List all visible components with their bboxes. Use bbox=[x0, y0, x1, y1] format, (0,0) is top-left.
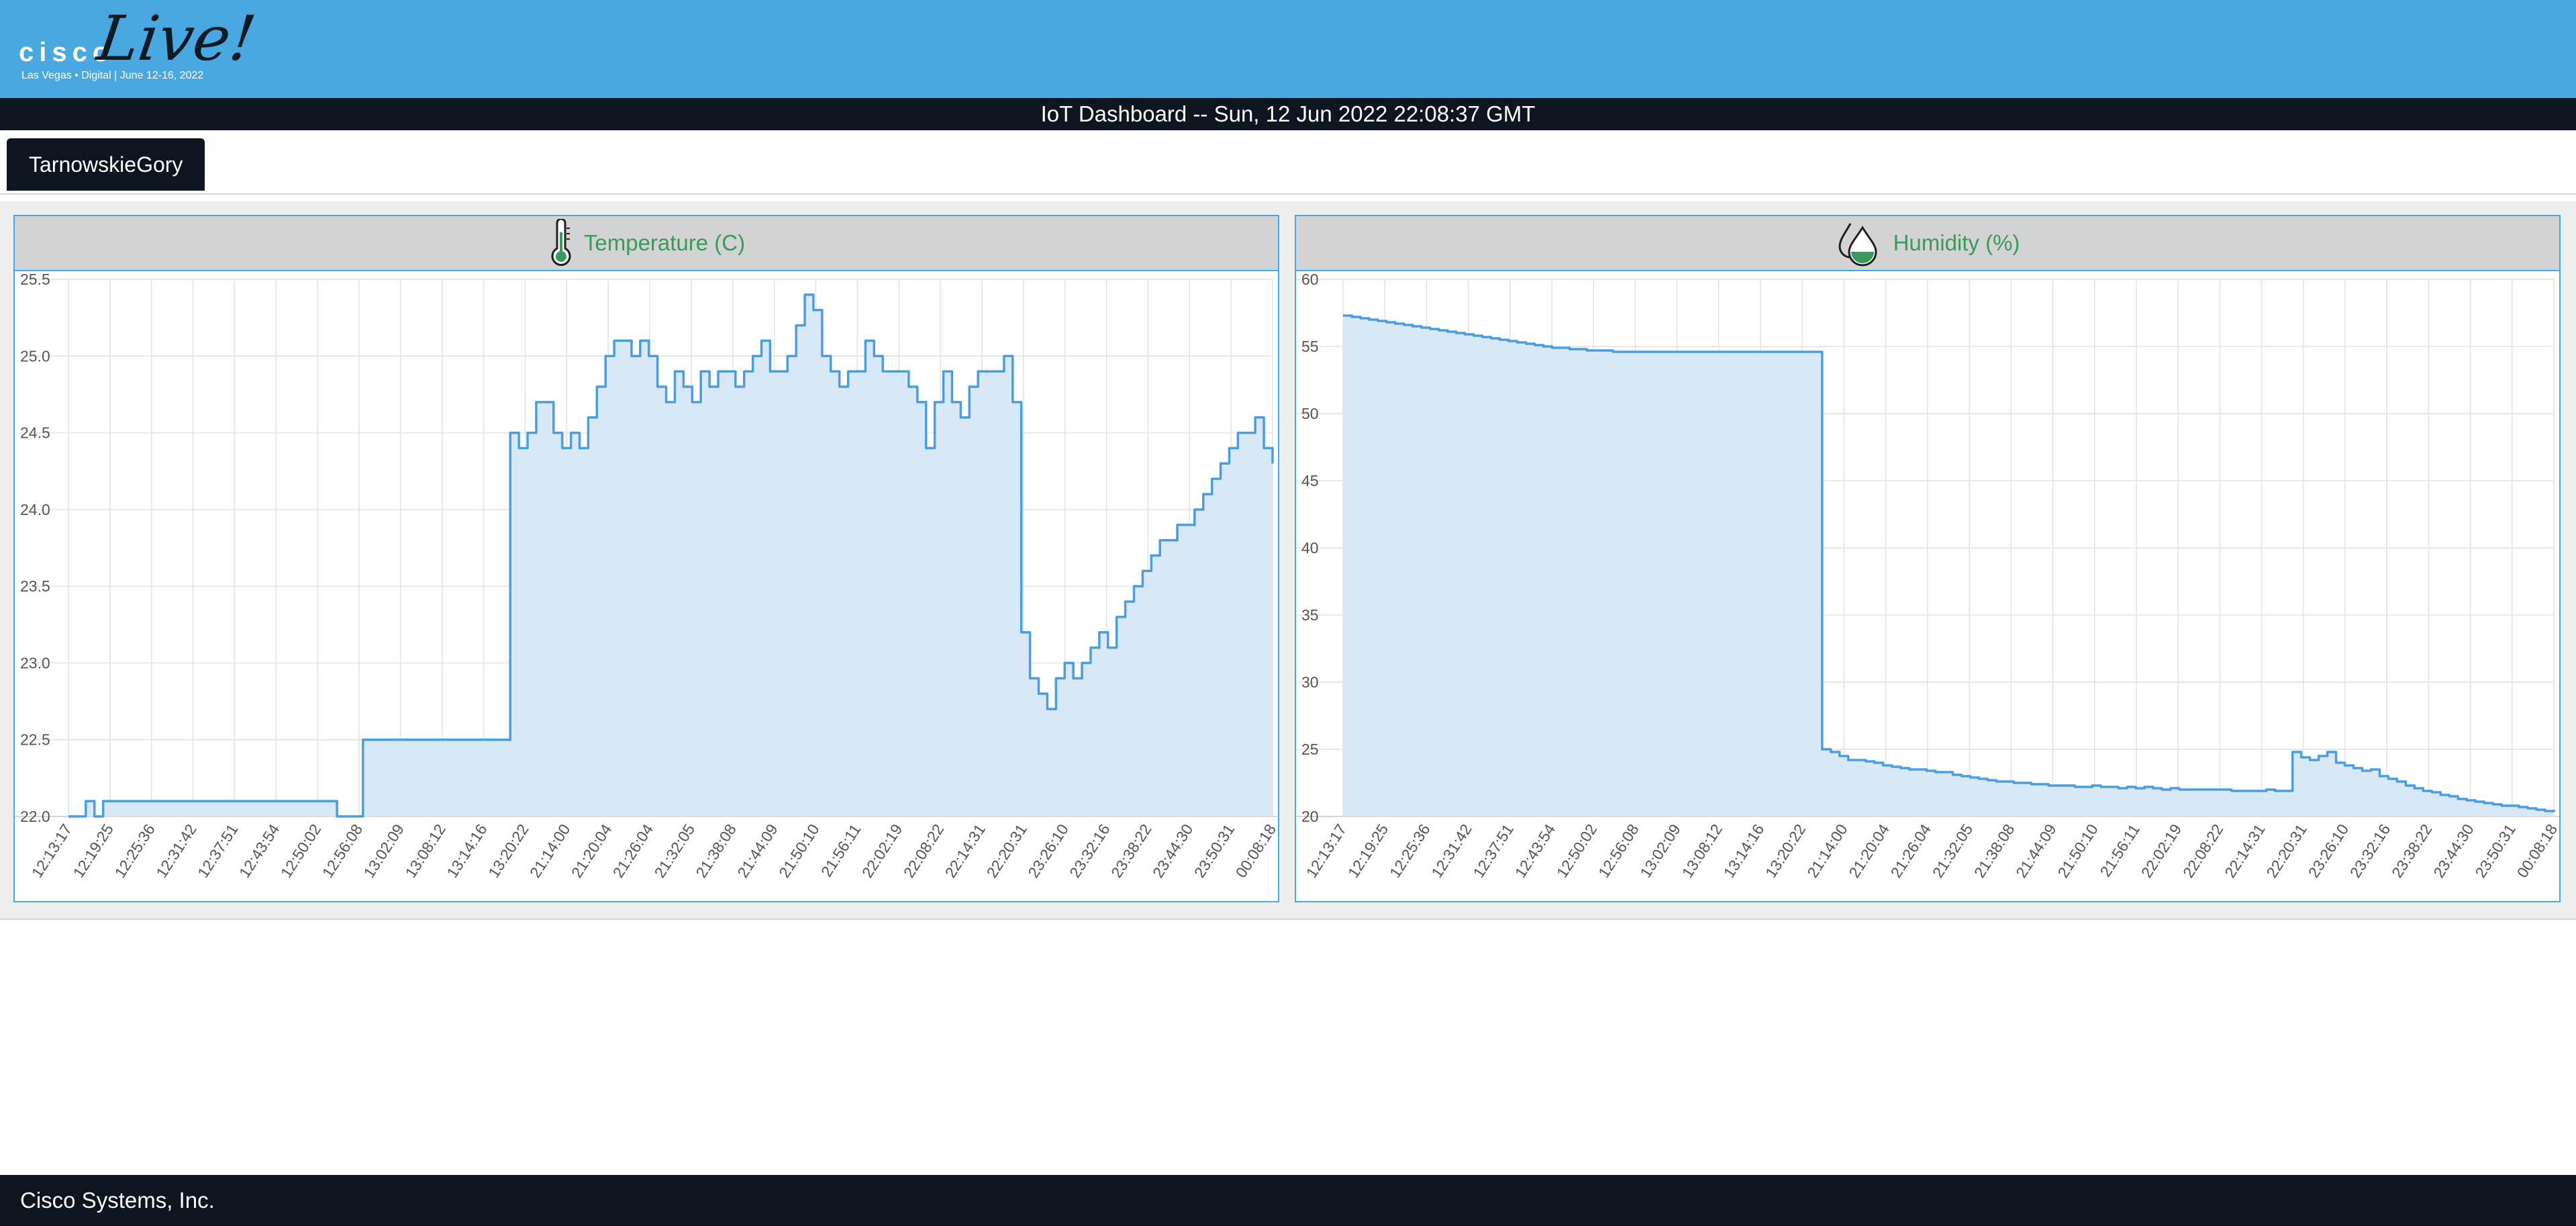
y-tick-label: 25.0 bbox=[20, 347, 50, 365]
x-tick-label: 21:20:04 bbox=[1845, 820, 1893, 880]
x-tick-label: 22:02:19 bbox=[858, 821, 906, 881]
x-tick-label: 23:26:10 bbox=[2305, 821, 2352, 881]
footer-bar: Cisco Systems, Inc. bbox=[0, 1175, 2576, 1226]
humidity-chart: 60 55 50 45 40 35 30 25 2012:13:1712:19:2512:25:… bbox=[1296, 271, 2559, 881]
humidity-chart-title: Humidity (%) bbox=[1893, 230, 2020, 255]
x-tick-label: 22:14:31 bbox=[942, 821, 989, 881]
x-tick-label: 21:44:09 bbox=[734, 821, 781, 881]
y-tick-label: 60 bbox=[1301, 271, 1319, 288]
y-tick-label: 22.0 bbox=[20, 808, 50, 825]
x-tick-label: 13:14:16 bbox=[1720, 821, 1768, 881]
x-tick-label: 23:50:31 bbox=[1191, 821, 1238, 881]
y-tick-label: 20 bbox=[1301, 808, 1319, 825]
x-tick-label: 21:14:00 bbox=[526, 821, 574, 881]
x-tick-label: 13:08:12 bbox=[1678, 821, 1726, 881]
x-tick-label: 22:08:22 bbox=[2179, 821, 2227, 881]
x-tick-label: 23:44:30 bbox=[1149, 821, 1197, 881]
x-tick-label: 22:02:19 bbox=[2138, 821, 2185, 881]
x-tick-label: 21:50:10 bbox=[775, 821, 823, 881]
x-tick-label: 12:19:25 bbox=[69, 821, 117, 881]
y-tick-label: 24.5 bbox=[20, 424, 50, 442]
x-tick-label: 13:14:16 bbox=[443, 821, 491, 881]
y-tick-label: 24.0 bbox=[20, 501, 50, 518]
x-tick-label: 23:38:22 bbox=[2388, 821, 2436, 881]
x-tick-label: 22:20:31 bbox=[983, 821, 1030, 881]
x-tick-label: 21:56:11 bbox=[818, 821, 864, 880]
x-tick-label: 12:31:42 bbox=[152, 821, 200, 881]
x-tick-label: 12:13:17 bbox=[28, 821, 76, 881]
x-tick-label: 23:32:16 bbox=[2346, 821, 2394, 881]
x-tick-label: 23:26:10 bbox=[1024, 821, 1072, 881]
x-tick-label: 22:14:31 bbox=[2221, 821, 2269, 881]
y-tick-label: 30 bbox=[1301, 673, 1319, 691]
y-tick-label: 22.5 bbox=[20, 731, 50, 749]
y-tick-label: 40 bbox=[1301, 539, 1319, 557]
y-tick-label: 55 bbox=[1301, 338, 1319, 355]
x-tick-label: 12:25:36 bbox=[1386, 821, 1434, 881]
x-tick-label: 21:14:00 bbox=[1803, 821, 1851, 881]
x-tick-label: 13:02:09 bbox=[360, 821, 408, 881]
series-area bbox=[1343, 316, 2554, 816]
temperature-chart: 25.5 25.0 24.5 24.0 23.5 23.0 22.5 22.012:13:17… bbox=[15, 271, 1278, 881]
humidity-drops-icon bbox=[1838, 223, 1877, 267]
thermometer-icon bbox=[551, 219, 571, 267]
x-tick-label: 22:08:22 bbox=[900, 821, 948, 881]
x-tick-label: 12:37:51 bbox=[1469, 821, 1517, 881]
x-tick-label: 13:20:22 bbox=[1762, 821, 1810, 881]
x-tick-label: 23:32:16 bbox=[1066, 821, 1113, 881]
y-tick-label: 23.0 bbox=[20, 654, 50, 671]
x-tick-label: 12:19:25 bbox=[1344, 821, 1392, 881]
x-tick-label: 12:25:36 bbox=[111, 821, 158, 881]
x-tick-label: 13:08:12 bbox=[401, 821, 449, 881]
header-bar: cisco Live! Las Vegas • Digital | June 1… bbox=[0, 0, 2576, 98]
y-tick-label: 25.5 bbox=[20, 271, 50, 288]
x-tick-label: 12:56:08 bbox=[1595, 821, 1642, 881]
humidity-panel: Humidity (%) 60 55 50 45 40 35 30 25 20 12:13:17 1… bbox=[1295, 215, 2561, 902]
logo-event: Live! bbox=[93, 3, 260, 75]
x-tick-label: 21:20:04 bbox=[568, 820, 615, 880]
temperature-panel-header: Temperature (C) bbox=[15, 216, 1278, 271]
x-tick-label: 21:32:05 bbox=[1929, 821, 1977, 881]
logo-subtitle: Las Vegas • Digital | June 12-16, 2022 bbox=[21, 70, 204, 81]
temperature-chart-title: Temperature (C) bbox=[583, 230, 746, 255]
x-tick-label: 21:32:05 bbox=[651, 821, 699, 881]
x-tick-label: 23:38:22 bbox=[1107, 821, 1155, 881]
dashboard-title: IoT Dashboard -- Sun, 12 Jun 2022 22:08:… bbox=[0, 98, 2576, 130]
site-tabs: TarnowskieGory bbox=[0, 130, 2576, 195]
x-tick-label: 13:20:22 bbox=[485, 821, 532, 881]
y-tick-label: 35 bbox=[1301, 606, 1319, 624]
x-tick-label: 12:43:54 bbox=[1512, 820, 1559, 880]
x-tick-label: 21:50:10 bbox=[2054, 821, 2101, 881]
x-tick-label: 21:26:04 bbox=[1887, 820, 1935, 880]
x-tick-label: 21:26:04 bbox=[609, 820, 657, 880]
x-tick-label: 12:50:02 bbox=[1553, 821, 1601, 881]
footer-company: Cisco Systems, Inc. bbox=[20, 1188, 215, 1213]
x-tick-label: 12:13:17 bbox=[1303, 821, 1350, 881]
x-tick-label: 23:50:31 bbox=[2471, 821, 2519, 881]
x-tick-label: 13:02:09 bbox=[1636, 821, 1684, 881]
cisco-live-logo: cisco Live! Las Vegas • Digital | June 1… bbox=[19, 3, 260, 86]
x-tick-label: 12:50:02 bbox=[277, 821, 325, 881]
x-tick-label: 12:37:51 bbox=[194, 821, 242, 881]
x-tick-label: 00:08:18 bbox=[1232, 821, 1278, 881]
y-tick-label: 25 bbox=[1301, 741, 1319, 758]
tab-tarnowskiegory[interactable]: TarnowskieGory bbox=[7, 138, 205, 191]
temperature-panel: Temperature (C) 25.5 25.0 24.5 24.0 23.5 23.0… bbox=[13, 215, 1279, 902]
series-area bbox=[68, 294, 1273, 816]
x-tick-label: 23:44:30 bbox=[2430, 821, 2477, 881]
y-tick-label: 50 bbox=[1301, 405, 1319, 422]
x-tick-label: 21:38:08 bbox=[692, 821, 740, 881]
x-tick-label: 22:20:31 bbox=[2263, 821, 2310, 881]
x-tick-label: 21:44:09 bbox=[2012, 821, 2060, 881]
humidity-panel-header: Humidity (%) bbox=[1296, 216, 2559, 271]
x-tick-label: 00:08:18 bbox=[2514, 821, 2559, 881]
charts-area: Temperature (C) 25.5 25.0 24.5 24.0 23.5 23.0… bbox=[0, 201, 2576, 920]
y-tick-label: 23.5 bbox=[20, 577, 50, 595]
x-tick-label: 12:43:54 bbox=[236, 820, 283, 880]
x-tick-label: 21:38:08 bbox=[1971, 821, 2018, 881]
x-tick-label: 21:56:11 bbox=[2096, 821, 2143, 880]
y-tick-label: 45 bbox=[1301, 472, 1319, 489]
x-tick-label: 12:31:42 bbox=[1428, 821, 1475, 881]
x-tick-label: 12:56:08 bbox=[319, 821, 366, 881]
